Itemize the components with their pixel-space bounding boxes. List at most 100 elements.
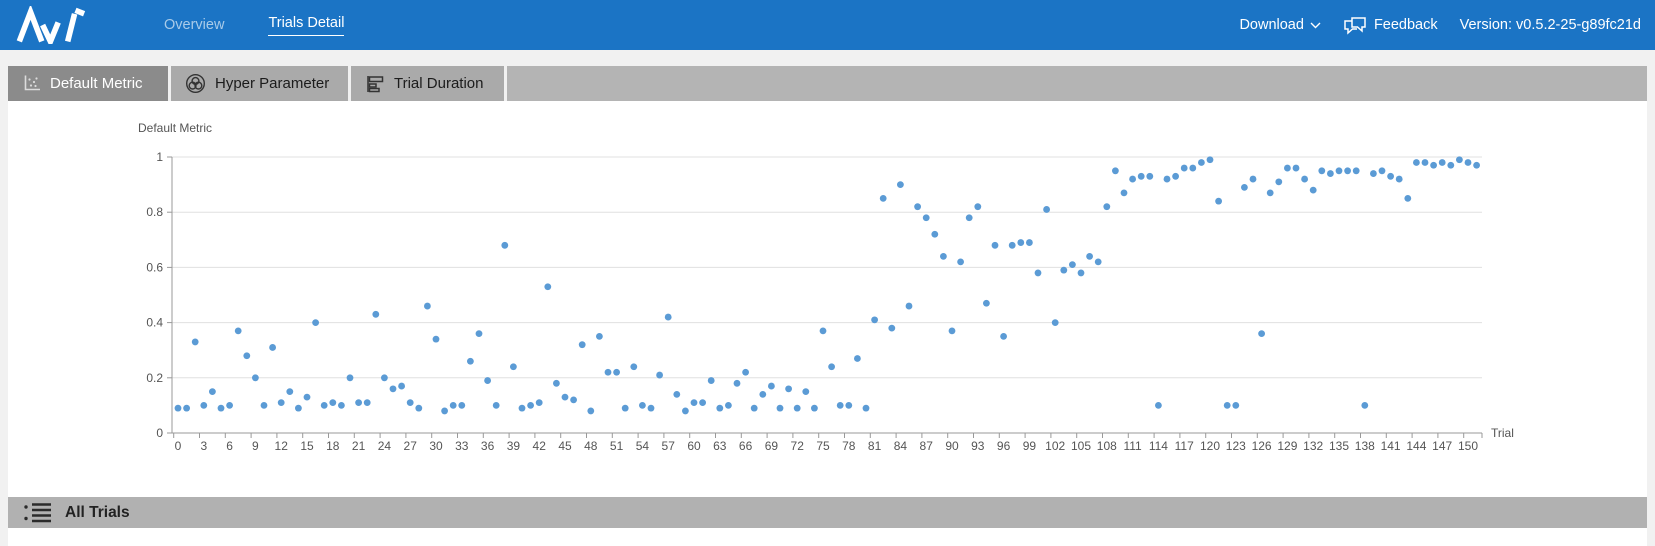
data-point[interactable] xyxy=(1465,159,1472,166)
data-point[interactable] xyxy=(699,399,706,406)
data-point[interactable] xyxy=(983,300,990,307)
data-point[interactable] xyxy=(785,385,792,392)
data-point[interactable] xyxy=(751,405,758,412)
data-point[interactable] xyxy=(742,369,749,376)
data-point[interactable] xyxy=(639,402,646,409)
data-point[interactable] xyxy=(794,405,801,412)
data-point[interactable] xyxy=(476,330,483,337)
data-point[interactable] xyxy=(1370,170,1377,177)
data-point[interactable] xyxy=(398,383,405,390)
data-point[interactable] xyxy=(175,405,182,412)
data-point[interactable] xyxy=(897,181,904,188)
data-point[interactable] xyxy=(1232,402,1239,409)
data-point[interactable] xyxy=(192,339,199,346)
data-point[interactable] xyxy=(596,333,603,340)
data-point[interactable] xyxy=(424,303,431,310)
data-point[interactable] xyxy=(1052,319,1059,326)
data-point[interactable] xyxy=(1172,173,1179,180)
data-point[interactable] xyxy=(992,242,999,249)
data-point[interactable] xyxy=(630,363,637,370)
data-point[interactable] xyxy=(820,327,827,334)
data-point[interactable] xyxy=(295,405,302,412)
data-point[interactable] xyxy=(837,402,844,409)
data-point[interactable] xyxy=(1026,239,1033,246)
data-point[interactable] xyxy=(1086,253,1093,260)
nav-overview[interactable]: Overview xyxy=(164,17,224,33)
data-point[interactable] xyxy=(923,214,930,221)
data-point[interactable] xyxy=(587,408,594,415)
data-point[interactable] xyxy=(1121,189,1128,196)
data-point[interactable] xyxy=(527,402,534,409)
data-point[interactable] xyxy=(235,327,242,334)
data-point[interactable] xyxy=(1060,267,1067,274)
data-point[interactable] xyxy=(183,405,190,412)
data-point[interactable] xyxy=(1258,330,1265,337)
data-point[interactable] xyxy=(1215,198,1222,205)
data-point[interactable] xyxy=(1207,156,1214,163)
data-point[interactable] xyxy=(269,344,276,351)
data-point[interactable] xyxy=(863,405,870,412)
data-point[interactable] xyxy=(1241,184,1248,191)
data-point[interactable] xyxy=(286,388,293,395)
data-point[interactable] xyxy=(1267,189,1274,196)
data-point[interactable] xyxy=(622,405,629,412)
data-point[interactable] xyxy=(1189,165,1196,172)
data-point[interactable] xyxy=(665,314,672,321)
data-point[interactable] xyxy=(544,283,551,290)
data-point[interactable] xyxy=(407,399,414,406)
data-point[interactable] xyxy=(510,363,517,370)
data-point[interactable] xyxy=(278,399,285,406)
data-point[interactable] xyxy=(1129,176,1136,183)
data-point[interactable] xyxy=(562,394,569,401)
feedback-button[interactable]: Feedback xyxy=(1343,16,1438,35)
data-point[interactable] xyxy=(579,341,586,348)
data-point[interactable] xyxy=(1310,187,1317,194)
data-point[interactable] xyxy=(1430,162,1437,169)
data-point[interactable] xyxy=(226,402,233,409)
data-point[interactable] xyxy=(1353,167,1360,174)
data-point[interactable] xyxy=(467,358,474,365)
data-point[interactable] xyxy=(1284,165,1291,172)
data-point[interactable] xyxy=(261,402,268,409)
data-point[interactable] xyxy=(828,363,835,370)
data-point[interactable] xyxy=(1164,176,1171,183)
data-point[interactable] xyxy=(1009,242,1016,249)
data-point[interactable] xyxy=(1293,165,1300,172)
data-point[interactable] xyxy=(888,325,895,332)
data-point[interactable] xyxy=(1000,333,1007,340)
data-point[interactable] xyxy=(312,319,319,326)
data-point[interactable] xyxy=(1155,402,1162,409)
data-point[interactable] xyxy=(200,402,207,409)
data-point[interactable] xyxy=(1447,162,1454,169)
data-point[interactable] xyxy=(372,311,379,318)
data-point[interactable] xyxy=(484,377,491,384)
data-point[interactable] xyxy=(501,242,508,249)
data-point[interactable] xyxy=(1146,173,1153,180)
data-point[interactable] xyxy=(390,385,397,392)
data-point[interactable] xyxy=(605,369,612,376)
data-point[interactable] xyxy=(974,203,981,210)
data-point[interactable] xyxy=(914,203,921,210)
data-point[interactable] xyxy=(458,402,465,409)
data-point[interactable] xyxy=(957,258,964,265)
data-point[interactable] xyxy=(1043,206,1050,213)
nni-logo-icon[interactable] xyxy=(12,6,94,44)
download-button[interactable]: Download xyxy=(1239,17,1321,33)
tab-hyper-parameter[interactable]: Hyper Parameter xyxy=(171,66,348,101)
data-point[interactable] xyxy=(759,391,766,398)
data-point[interactable] xyxy=(1404,195,1411,202)
data-point[interactable] xyxy=(845,402,852,409)
data-point[interactable] xyxy=(811,405,818,412)
all-trials-header[interactable]: All Trials xyxy=(8,497,1647,528)
data-point[interactable] xyxy=(1181,165,1188,172)
data-point[interactable] xyxy=(493,402,500,409)
default-metric-scatter-chart[interactable]: Default Metric00.20.40.60.81036912151821… xyxy=(8,101,1647,481)
data-point[interactable] xyxy=(854,355,861,362)
data-point[interactable] xyxy=(243,352,250,359)
data-point[interactable] xyxy=(304,394,311,401)
data-point[interactable] xyxy=(1422,159,1429,166)
data-point[interactable] xyxy=(1361,402,1368,409)
data-point[interactable] xyxy=(1275,178,1282,185)
data-point[interactable] xyxy=(536,399,543,406)
data-point[interactable] xyxy=(1017,239,1024,246)
